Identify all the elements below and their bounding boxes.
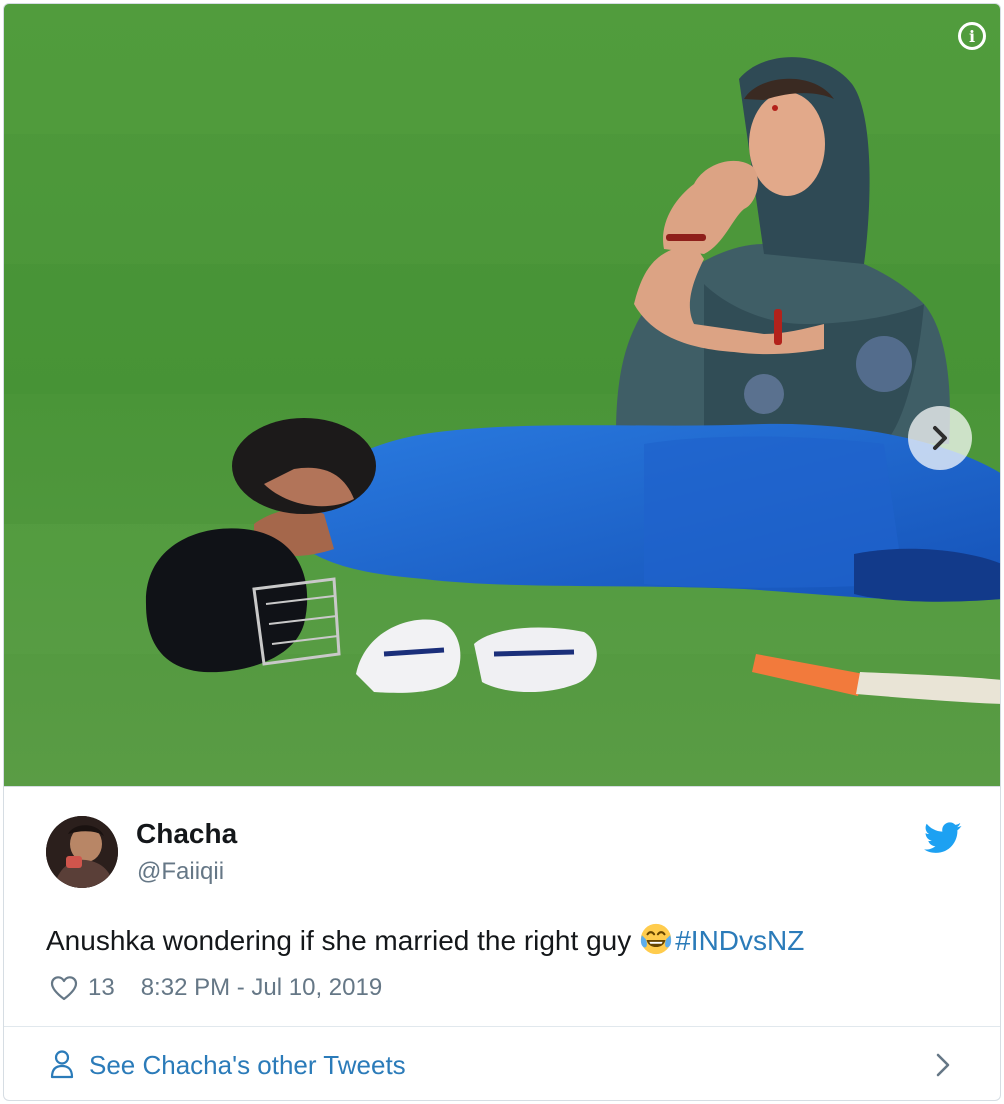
twitter-bird-icon[interactable] (924, 822, 962, 854)
info-icon[interactable]: i (958, 22, 986, 50)
tweet-media-photo[interactable]: i (4, 4, 1000, 786)
tweet-text-body: Anushka wondering if she married the rig… (46, 925, 632, 956)
face-with-tears-of-joy-icon (641, 923, 672, 955)
see-other-tweets-label: See Chacha's other Tweets (89, 1050, 406, 1080)
like-count[interactable]: 13 (88, 974, 115, 1002)
next-photo-button[interactable] (908, 406, 972, 470)
author-handle[interactable]: @Faiiqii (137, 858, 224, 886)
chevron-right-icon (933, 426, 947, 450)
hashtag-link[interactable]: #INDvsNZ (675, 925, 804, 956)
avatar-image (46, 816, 118, 888)
avatar[interactable] (46, 816, 118, 888)
user-icon (50, 1050, 74, 1079)
tweet-text: Anushka wondering if she married the rig… (46, 922, 804, 957)
author-name[interactable]: Chacha (136, 818, 237, 850)
cricket-field-photo (4, 4, 1000, 786)
tweet-meta: 13 8:32 PM - Jul 10, 2019 (50, 972, 382, 1004)
chevron-right-icon (936, 1053, 950, 1077)
media-divider (4, 786, 1000, 787)
see-other-tweets-link[interactable]: See Chacha's other Tweets (4, 1027, 1000, 1100)
tweet-timestamp[interactable]: 8:32 PM - Jul 10, 2019 (141, 974, 382, 1002)
heart-icon[interactable] (50, 975, 78, 1001)
embedded-tweet-card: i Chacha @Faiiqii Anushka wondering if s… (3, 3, 1001, 1101)
